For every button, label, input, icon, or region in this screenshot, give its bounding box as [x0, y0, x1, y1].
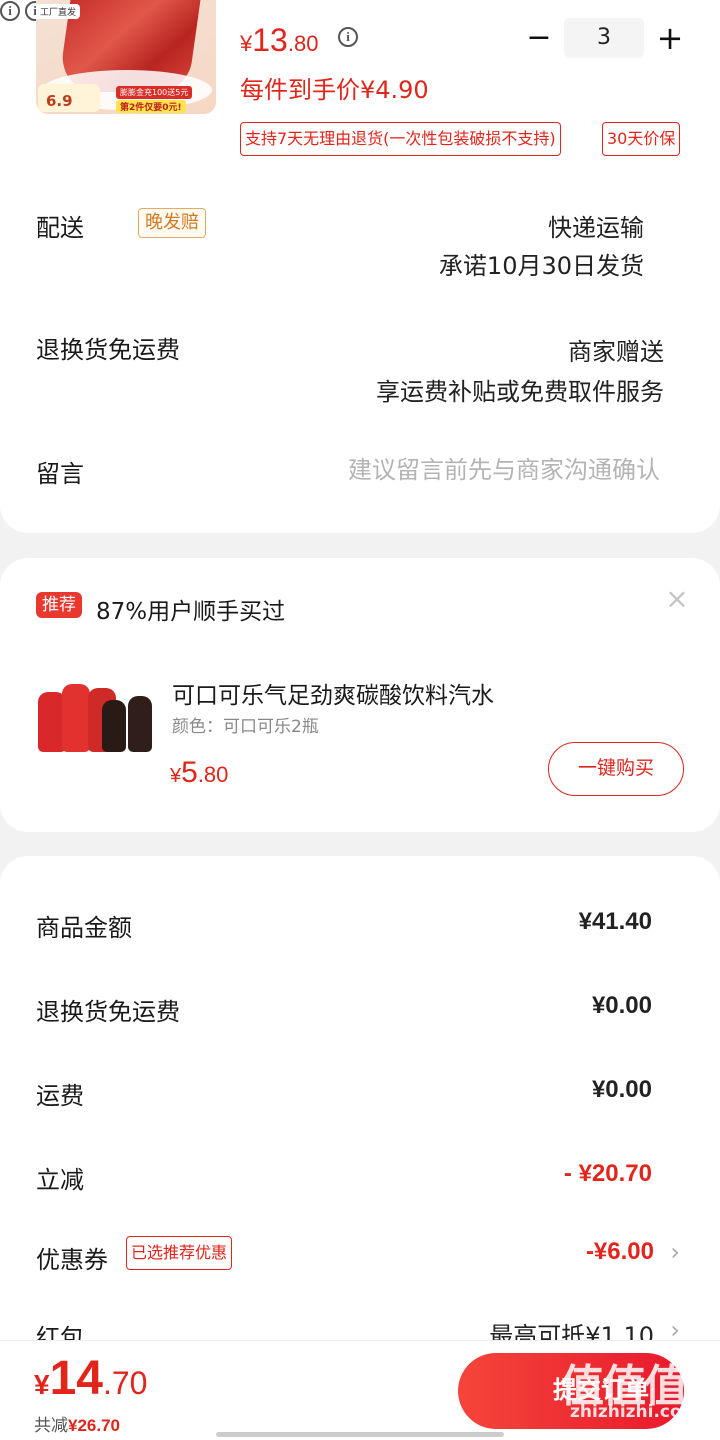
quantity-stepper[interactable]: 3 — [564, 18, 644, 58]
bottle-dark-2 — [128, 696, 152, 752]
close-icon[interactable]: × — [664, 585, 690, 613]
total-price-decimal: .70 — [102, 1365, 148, 1401]
summary-value-return-shipping: ¥0.00 — [591, 992, 652, 1019]
message-input[interactable] — [240, 450, 660, 490]
recommend-product-spec: 颜色：可口可乐2瓶 — [172, 717, 319, 737]
unit-price: 每件到手价¥4.90 — [240, 76, 429, 104]
total-discount-prefix: 共减 — [34, 1416, 68, 1436]
return-policy-tag: 支持7天无理由退货(一次性包装破损不支持) — [240, 122, 561, 156]
thumb-factory-tag: 工厂直发 — [36, 4, 81, 19]
return-shipping-service: 享运费补贴或免费取件服务 — [376, 378, 664, 406]
summary-label-goods: 商品金额 — [36, 914, 132, 942]
price-decimal: .80 — [287, 31, 319, 56]
return-shipping-gift: 商家赠送 — [568, 338, 664, 366]
home-indicator[interactable] — [216, 1432, 504, 1437]
summary-label-coupon[interactable]: 优惠券 — [36, 1240, 108, 1275]
delivery-method[interactable]: 快递运输 — [548, 208, 644, 243]
summary-value-shipping: ¥0.00 — [591, 1076, 652, 1103]
summary-label-instant-discount: 立减 — [36, 1166, 84, 1194]
return-shipping-label: 退换货免运费 — [36, 336, 180, 364]
order-item-card: 工厂直发 6.9 膨膨金充100送5元 第2件仅要0元! ¥13.80 i − … — [0, 0, 720, 533]
recommend-product-image[interactable] — [38, 680, 156, 752]
recommend-product-price: ¥5.80 — [170, 756, 228, 790]
total-price-integer: 14 — [49, 1352, 103, 1405]
recommend-headline: 87%用户顺手买过 — [96, 599, 286, 625]
delivery-info-icon[interactable]: i — [0, 1, 20, 21]
summary-label-shipping: 运费 — [36, 1082, 84, 1110]
delivery-promise: 承诺10月30日发货 — [438, 252, 644, 280]
summary-value-instant-discount: - ¥20.70 — [563, 1160, 652, 1187]
quantity-increase-button[interactable]: + — [656, 22, 684, 54]
chevron-right-icon[interactable]: › — [670, 1238, 680, 1266]
thumb-price-badge: 6.9 — [38, 84, 100, 112]
price-symbol: ¥ — [240, 31, 253, 56]
thumb-promo-second: 第2件仅要0元! — [116, 100, 186, 113]
one-click-buy-button[interactable]: 一键购买 — [548, 742, 684, 796]
total-price: ¥14.70 — [34, 1351, 147, 1406]
watermark-logo: 值值值 zhizhizhi.com — [560, 1350, 710, 1432]
coupon-recommended-badge: 已选推荐优惠 — [126, 1236, 233, 1270]
summary-value-goods: ¥41.40 — [578, 908, 652, 935]
price-integer: 13 — [252, 22, 288, 58]
product-price: ¥13.80 — [240, 22, 318, 59]
watermark-domain: zhizhizhi.com — [570, 1402, 700, 1422]
message-label: 留言 — [36, 460, 84, 488]
recommendation-card: 推荐 87%用户顺手买过 × 可口可乐气足劲爽碳酸饮料汽水 颜色：可口可乐2瓶 … — [0, 558, 720, 832]
recommend-product-title[interactable]: 可口可乐气足劲爽碳酸饮料汽水 — [172, 676, 494, 710]
total-discount-value: ¥26.70 — [68, 1416, 120, 1435]
thumb-promo-text: 膨膨金充100送5元 — [116, 86, 193, 99]
summary-label-return-shipping: 退换货免运费 — [36, 998, 180, 1026]
price-info-icon[interactable]: i — [338, 27, 358, 47]
product-thumbnail[interactable]: 工厂直发 6.9 膨膨金充100送5元 第2件仅要0元! — [36, 0, 216, 114]
late-compensation-badge: 晚发赔 — [138, 208, 206, 238]
bottle-dark-1 — [102, 700, 126, 752]
delivery-label: 配送 — [36, 214, 84, 242]
total-price-symbol: ¥ — [34, 1369, 50, 1400]
total-discount: 共减¥26.70 — [34, 1411, 120, 1436]
rec-price-decimal: .80 — [197, 762, 229, 787]
bottle-red-2 — [62, 684, 90, 752]
rec-price-symbol: ¥ — [170, 765, 182, 787]
price-protect-tag: 30天价保 — [602, 122, 681, 156]
recommend-badge: 推荐 — [36, 592, 82, 618]
summary-value-coupon[interactable]: -¥6.00 — [586, 1238, 654, 1266]
quantity-decrease-button[interactable]: − — [526, 23, 552, 54]
rec-price-integer: 5 — [181, 756, 198, 789]
